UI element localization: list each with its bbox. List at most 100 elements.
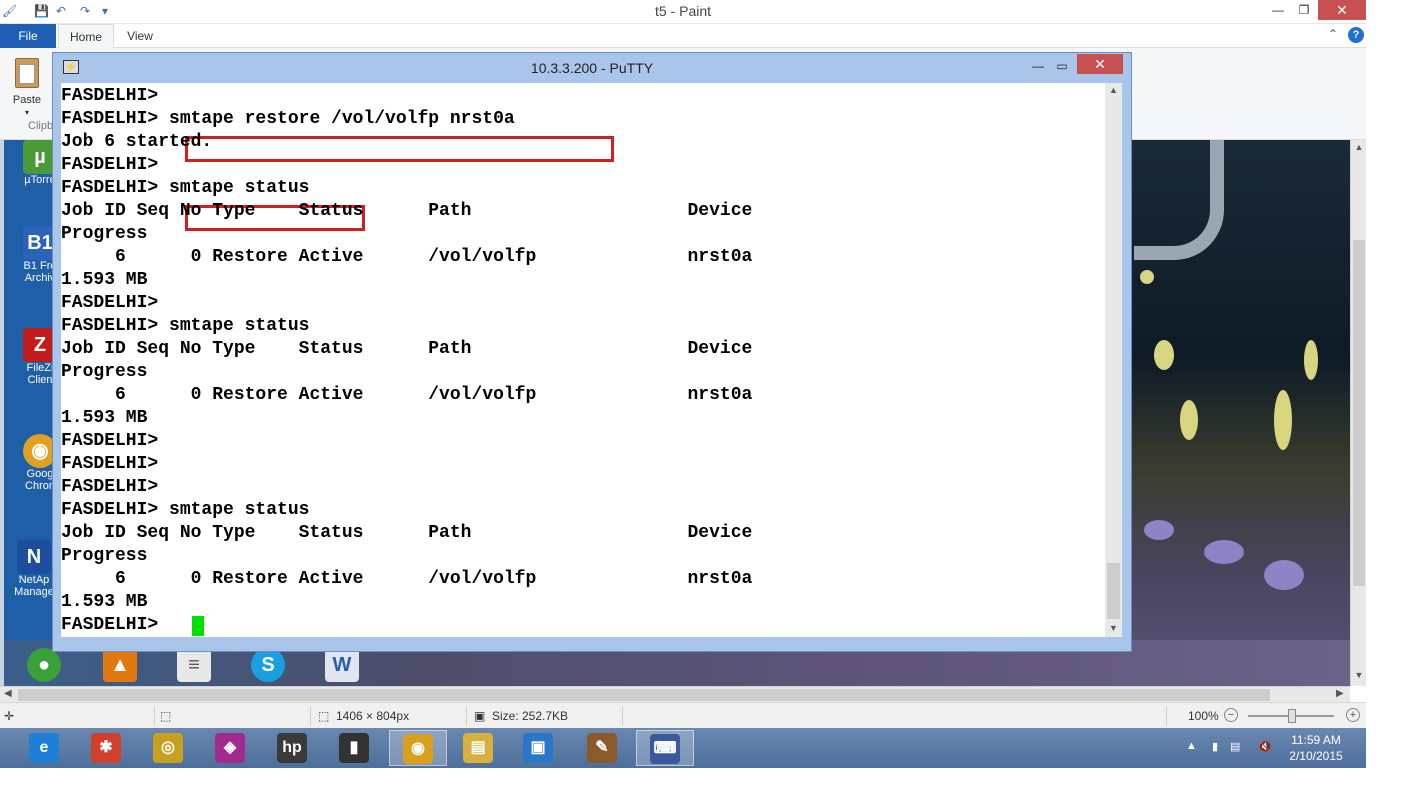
scroll-right-icon[interactable]: ▶: [1336, 688, 1344, 699]
putty-titlebar[interactable]: ⚡ 10.3.3.200 - PuTTY — ▭ ✕: [53, 53, 1131, 81]
tab-view[interactable]: View: [116, 24, 164, 48]
taskbar-app-internet-explorer[interactable]: e: [16, 730, 74, 766]
wifi-app-icon: ◈: [215, 733, 245, 763]
system-clock[interactable]: 11:59 AM 2/10/2015: [1276, 732, 1356, 764]
taskbar-app-media-player[interactable]: ◎: [140, 730, 198, 766]
terminal-line: Progress: [61, 362, 148, 382]
desktop-dock-globe[interactable]: ●: [18, 648, 70, 682]
paint-icon: ✎: [587, 733, 617, 763]
taskbar-app-puzzle-app[interactable]: ✱: [78, 730, 136, 766]
scroll-up-icon[interactable]: ▲: [1351, 142, 1367, 152]
image-dimensions: 1406 × 804px: [336, 709, 410, 723]
flower: [1304, 340, 1318, 380]
taskbar: e ✱ ◎ ◈ hp ▮ ◉ ▤ ▣ ✎ ⌨ ▲ ▮ ▤ 🔇 11:59 AM 2/10/2015: [0, 728, 1366, 768]
terminal-line: FASDELHI>: [61, 155, 159, 175]
terminal-line: FASDELHI> smtape status: [61, 500, 310, 520]
taskbar-app-virtualbox[interactable]: ▣: [510, 730, 568, 766]
zoom-in-button[interactable]: +: [1346, 708, 1360, 722]
desktop-icon-label: NetAp Manage: [14, 574, 54, 598]
terminal-line: 1.593 MB: [61, 270, 148, 290]
wallpaper-ring: [1134, 140, 1224, 260]
scroll-thumb[interactable]: [1353, 240, 1365, 586]
media-player-icon: ◎: [153, 733, 183, 763]
terminal-scrollbar[interactable]: ▲ ▼: [1105, 83, 1122, 637]
scroll-thumb[interactable]: [18, 689, 1270, 701]
desktop-icon-label: FileZi Clien: [26, 362, 54, 386]
desktop-icon-label: Goog Chron: [25, 468, 55, 492]
scroll-up-icon[interactable]: ▲: [1105, 85, 1122, 95]
volume-muted-icon[interactable]: 🔇: [1258, 740, 1272, 753]
terminal-line: FASDELHI>: [61, 477, 159, 497]
desktop-dock-skype[interactable]: S: [242, 648, 294, 682]
virtualbox-icon: ▣: [523, 733, 553, 763]
desktop-dock-word[interactable]: W: [316, 648, 368, 682]
internet-explorer-icon: e: [29, 733, 59, 763]
skype-icon: S: [251, 648, 285, 682]
zoom-level: 100%: [1188, 709, 1219, 723]
zoom-slider-thumb[interactable]: [1288, 709, 1296, 723]
horizontal-scrollbar[interactable]: ◀ ▶: [0, 686, 1350, 702]
puzzle-app-icon: ✱: [91, 733, 121, 763]
clipboard-group-label: Clipb: [28, 120, 54, 132]
terminal-line: FASDELHI>: [61, 86, 159, 106]
tab-file[interactable]: File: [0, 24, 56, 48]
paint-window-title: t5 - Paint: [654, 3, 712, 19]
putty-maximize-button[interactable]: ▭: [1049, 56, 1075, 76]
collapse-ribbon-icon[interactable]: ⌃: [1328, 27, 1338, 41]
hp-app-icon: hp: [277, 733, 307, 763]
terminal-line: 1.593 MB: [61, 408, 148, 428]
scroll-down-icon[interactable]: ▼: [1351, 670, 1367, 680]
paint-titlebar: 🖌 💾 ↶ ↷ ▾ t5 - Paint — ❐ ✕: [0, 0, 1366, 24]
file-size-icon: ▣: [474, 709, 486, 723]
word-document-icon: W: [325, 648, 359, 682]
taskbar-app-file-explorer[interactable]: ▤: [450, 730, 508, 766]
terminal-line: 1.593 MB: [61, 592, 148, 612]
zoom-out-button[interactable]: −: [1224, 708, 1238, 722]
document-icon: ≡: [177, 648, 211, 682]
terminal-line: Job ID Seq No Type Status Path Device: [61, 201, 753, 221]
tab-home[interactable]: Home: [58, 24, 114, 48]
putty-close-button[interactable]: ✕: [1077, 54, 1123, 74]
taskbar-app-cursor-tool[interactable]: ▮: [326, 730, 384, 766]
status-bar: ✛ ⬚ ⬚ 1406 × 804px ▣ Size: 252.7KB 100% …: [0, 702, 1366, 728]
scroll-left-icon[interactable]: ◀: [4, 688, 12, 699]
divider: [154, 706, 155, 726]
desktop-icon-label: µTorre: [24, 174, 56, 186]
taskbar-app-putty[interactable]: ⌨: [636, 730, 694, 766]
terminal-cursor: [192, 616, 204, 636]
maximize-button[interactable]: ❐: [1290, 0, 1318, 20]
image-size-icon: ⬚: [318, 709, 330, 723]
divider: [622, 706, 623, 726]
desktop-dock-document[interactable]: ≡: [168, 648, 220, 682]
desktop-dock-vlc[interactable]: ▲: [94, 648, 146, 682]
clock-time: 11:59 AM: [1291, 733, 1341, 747]
terminal-line: Progress: [61, 546, 148, 566]
taskbar-app-chrome[interactable]: ◉: [389, 730, 447, 766]
putty-minimize-button[interactable]: —: [1025, 56, 1051, 76]
flower: [1154, 340, 1174, 370]
putty-icon: ⌨: [650, 734, 680, 764]
flower: [1274, 390, 1292, 450]
close-button[interactable]: ✕: [1318, 0, 1366, 20]
network-icon[interactable]: ▤: [1230, 740, 1240, 753]
terminal-line: FASDELHI> smtape status: [61, 316, 310, 336]
scroll-thumb[interactable]: [1107, 563, 1120, 619]
terminal-line: FASDELHI>: [61, 454, 159, 474]
paste-button[interactable]: Paste ▾: [8, 54, 46, 117]
chrome-icon: ◉: [403, 734, 433, 764]
taskbar-app-hp-app[interactable]: hp: [264, 730, 322, 766]
terminal-line: FASDELHI>: [61, 431, 159, 451]
terminal-line: 6 0 Restore Active /vol/volfp nrst0a: [61, 385, 753, 405]
show-hidden-icons[interactable]: ▲: [1186, 740, 1197, 752]
vertical-scrollbar[interactable]: ▲ ▼: [1350, 140, 1366, 686]
terminal-output[interactable]: FASDELHI> FASDELHI> smtape restore /vol/v…: [61, 83, 1105, 637]
taskbar-app-paint[interactable]: ✎: [574, 730, 632, 766]
battery-icon[interactable]: ▮: [1212, 740, 1218, 753]
scroll-down-icon[interactable]: ▼: [1105, 623, 1122, 633]
terminal-line: FASDELHI> smtape restore /vol/volfp nrst…: [61, 109, 515, 129]
taskbar-app-wifi-app[interactable]: ◈: [202, 730, 260, 766]
help-icon[interactable]: ?: [1348, 27, 1364, 43]
terminal-line: Job 6 started.: [61, 132, 213, 152]
clock-date: 2/10/2015: [1289, 749, 1343, 763]
minimize-button[interactable]: —: [1264, 0, 1292, 20]
